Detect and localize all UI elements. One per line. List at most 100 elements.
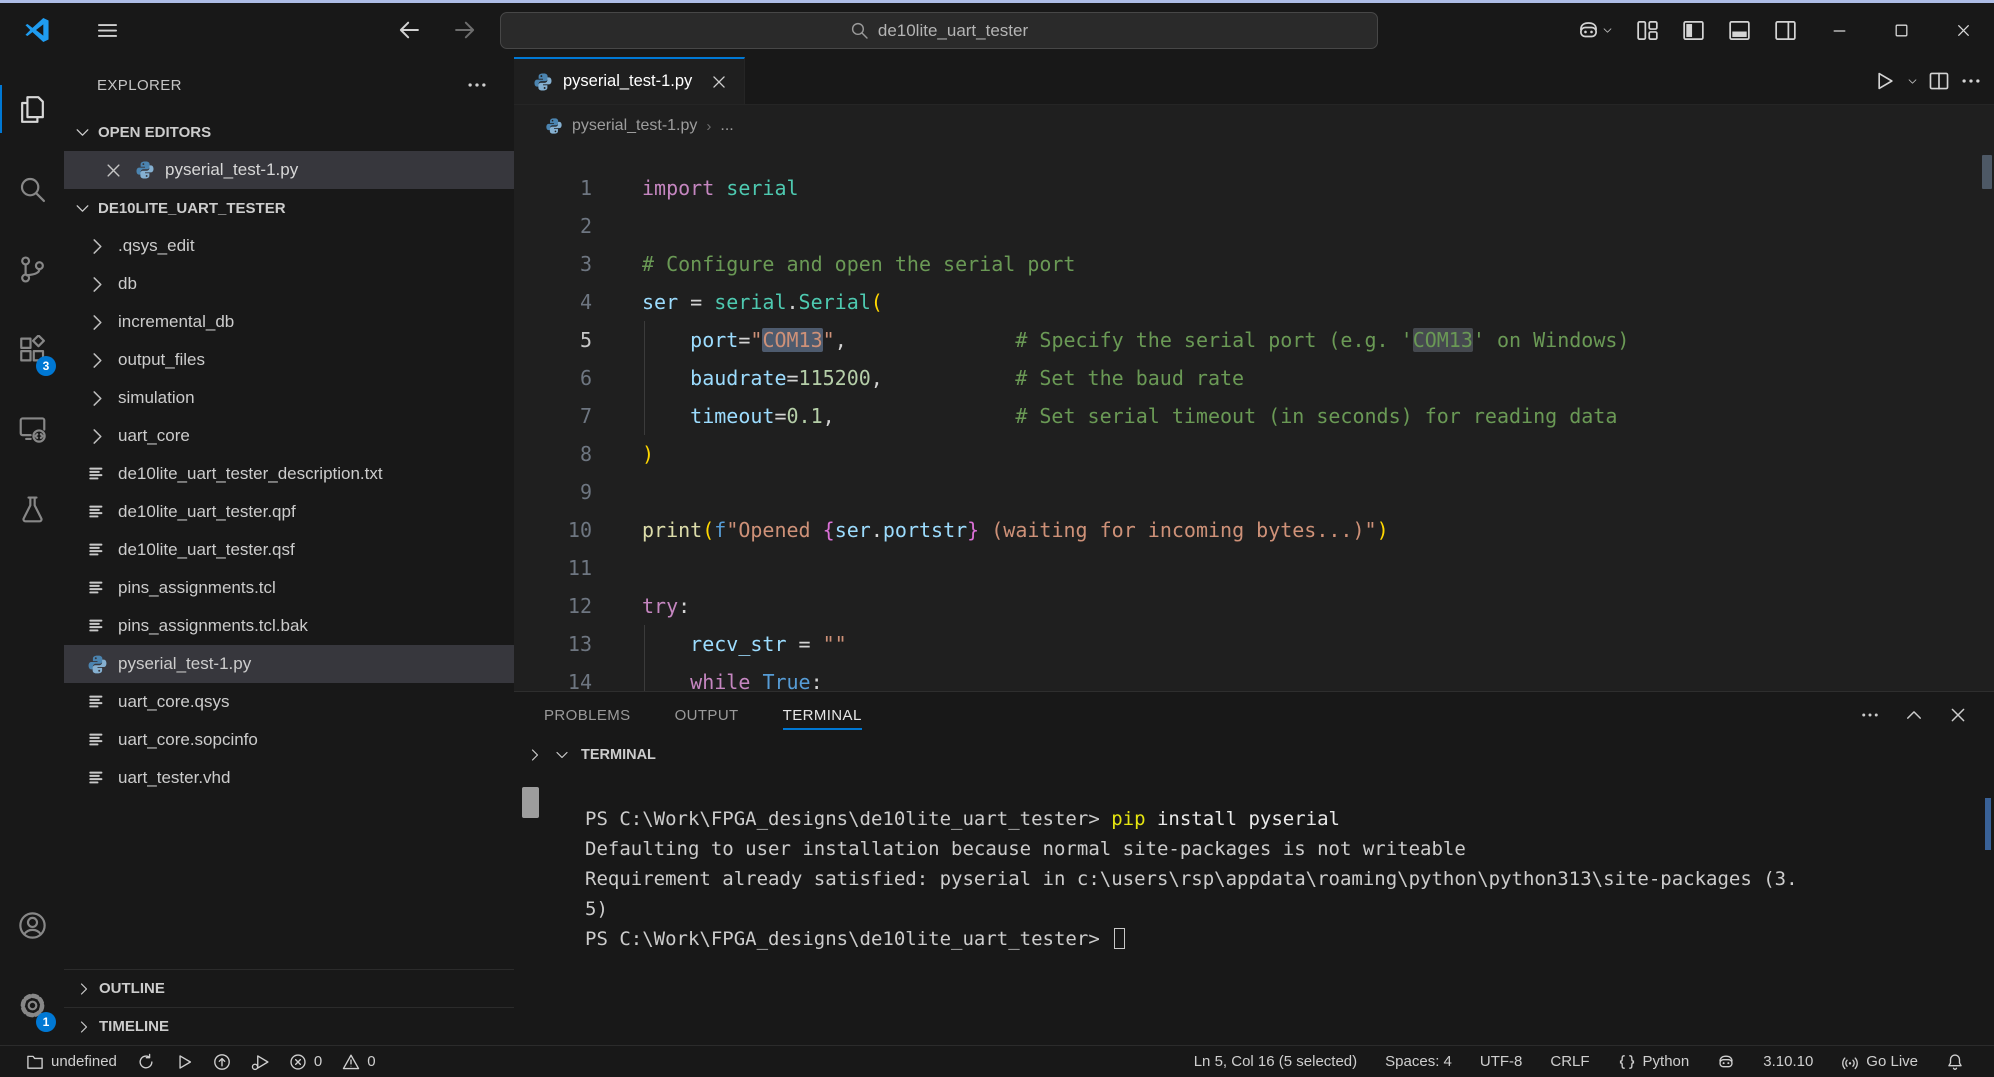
chevron-right-icon[interactable]	[527, 747, 543, 763]
code-line[interactable]: 11	[514, 549, 1980, 587]
more-actions-icon[interactable]	[466, 74, 488, 96]
code-line[interactable]: 4ser = serial.Serial(	[514, 283, 1980, 321]
back-icon[interactable]	[396, 17, 422, 43]
code-line[interactable]: 8)	[514, 435, 1980, 473]
vscode-window: de10lite_uart_tester 3 1 EXPLORER	[0, 0, 1994, 1077]
project-indicator[interactable]: undefined	[16, 1046, 127, 1077]
code-line[interactable]: 7 timeout=0.1, # Set serial timeout (in …	[514, 397, 1980, 435]
folder-item[interactable]: incremental_db	[64, 303, 514, 341]
activity-extensions[interactable]: 3	[0, 309, 64, 389]
notifications[interactable]	[1932, 1046, 1978, 1077]
open-editors-section[interactable]: OPEN EDITORS	[64, 113, 514, 151]
run-dropdown-icon[interactable]	[1907, 76, 1918, 87]
toggle-secondary-sidebar-button[interactable]	[1762, 3, 1808, 57]
upload-button[interactable]	[203, 1046, 241, 1077]
cursor-position[interactable]: Ln 5, Col 16 (5 selected)	[1180, 1046, 1371, 1077]
close-icon	[1955, 22, 1972, 39]
folder-item[interactable]: simulation	[64, 379, 514, 417]
split-editor-icon[interactable]	[1928, 70, 1950, 92]
file-item[interactable]: de10lite_uart_tester.qpf	[64, 493, 514, 531]
folder-item[interactable]: .qsys_edit	[64, 227, 514, 265]
project-section[interactable]: DE10LITE_UART_TESTER	[64, 189, 514, 227]
debug-button[interactable]	[241, 1046, 279, 1077]
go-live[interactable]: Go Live	[1827, 1046, 1932, 1077]
section-outline[interactable]: OUTLINE	[64, 969, 514, 1007]
code-line[interactable]: 13 recv_str = ""	[514, 625, 1980, 663]
code-line[interactable]: 14 while True:	[514, 663, 1980, 691]
breadcrumb-file[interactable]: pyserial_test-1.py	[572, 117, 697, 135]
activity-explorer[interactable]	[0, 69, 64, 149]
open-editor-item[interactable]: pyserial_test-1.py	[64, 151, 514, 189]
folder-item[interactable]: output_files	[64, 341, 514, 379]
minimize-button[interactable]	[1808, 3, 1870, 57]
toggle-primary-sidebar-button[interactable]	[1670, 3, 1716, 57]
code-area[interactable]: 1import serial23# Configure and open the…	[514, 147, 1980, 691]
section-timeline[interactable]: TIMELINE	[64, 1007, 514, 1045]
file-item[interactable]: uart_core.qsys	[64, 683, 514, 721]
file-item[interactable]: de10lite_uart_tester_description.txt	[64, 455, 514, 493]
close-button[interactable]	[1932, 3, 1994, 57]
command-center-search[interactable]: de10lite_uart_tester	[500, 12, 1378, 49]
warnings-indicator[interactable]: 0	[332, 1046, 385, 1077]
code-line[interactable]: 2	[514, 207, 1980, 245]
eol[interactable]: CRLF	[1536, 1046, 1603, 1077]
panel-tab-output[interactable]: OUTPUT	[675, 692, 739, 738]
activity-settings[interactable]: 1	[0, 965, 64, 1045]
panel-tab-problems[interactable]: PROBLEMS	[544, 692, 631, 738]
python-version[interactable]: 3.10.10	[1749, 1046, 1827, 1077]
terminal-scrollbar[interactable]	[1985, 798, 1991, 850]
terminal-output[interactable]: PS C:\Work\FPGA_designs\de10lite_uart_te…	[585, 772, 1974, 1045]
copilot-button[interactable]	[1566, 3, 1624, 57]
code-text	[642, 473, 1980, 511]
encoding[interactable]: UTF-8	[1466, 1046, 1537, 1077]
tab-pyserial-test-1[interactable]: pyserial_test-1.py	[514, 57, 745, 104]
code-line[interactable]: 3# Configure and open the serial port	[514, 245, 1980, 283]
chevron-right-icon	[76, 1019, 92, 1035]
code-line[interactable]: 6 baudrate=115200, # Set the baud rate	[514, 359, 1980, 397]
forward-icon[interactable]	[452, 17, 478, 43]
run-python-icon[interactable]	[1873, 70, 1895, 92]
customize-layout-button[interactable]	[1624, 3, 1670, 57]
activity-source-control[interactable]	[0, 229, 64, 309]
folder-item[interactable]: db	[64, 265, 514, 303]
terminal-header-label[interactable]: TERMINAL	[581, 747, 656, 763]
panel-more-actions-icon[interactable]	[1860, 705, 1880, 725]
breadcrumb[interactable]: pyserial_test-1.py › ...	[514, 105, 1994, 147]
toggle-panel-button[interactable]	[1716, 3, 1762, 57]
maximize-button[interactable]	[1870, 3, 1932, 57]
restart-button[interactable]	[127, 1046, 165, 1077]
maximize-panel-icon[interactable]	[1904, 705, 1924, 725]
indentation[interactable]: Spaces: 4	[1371, 1046, 1466, 1077]
errors-indicator[interactable]: 0	[279, 1046, 332, 1077]
close-panel-icon[interactable]	[1948, 705, 1968, 725]
code-line[interactable]: 9	[514, 473, 1980, 511]
code-line[interactable]: 12try:	[514, 587, 1980, 625]
chevron-down-icon[interactable]	[554, 747, 570, 763]
menu-icon[interactable]	[95, 18, 120, 43]
code-line[interactable]: 10print(f"Opened {ser.portstr} (waiting …	[514, 511, 1980, 549]
panel-tab-terminal[interactable]: TERMINAL	[783, 692, 862, 738]
editor-more-actions-icon[interactable]	[1960, 70, 1982, 92]
file-item[interactable]: pins_assignments.tcl.bak	[64, 607, 514, 645]
braces-icon	[1618, 1053, 1636, 1071]
activity-accounts[interactable]	[0, 885, 64, 965]
file-item[interactable]: pins_assignments.tcl	[64, 569, 514, 607]
folder-item[interactable]: uart_core	[64, 417, 514, 455]
file-item[interactable]: uart_core.sopcinfo	[64, 721, 514, 759]
run-button[interactable]	[165, 1046, 203, 1077]
language-mode[interactable]: Python	[1604, 1046, 1704, 1077]
code-line[interactable]: 5 port="COM13", # Specify the serial por…	[514, 321, 1980, 359]
file-item[interactable]: de10lite_uart_tester.qsf	[64, 531, 514, 569]
copilot-status[interactable]	[1703, 1046, 1749, 1077]
file-item[interactable]: pyserial_test-1.py	[64, 645, 514, 683]
file-item[interactable]: uart_tester.vhd	[64, 759, 514, 797]
line-number: 6	[514, 359, 642, 397]
line-number: 3	[514, 245, 642, 283]
activity-testing[interactable]	[0, 469, 64, 549]
remote-explorer-icon	[18, 415, 47, 444]
breadcrumb-tail[interactable]: ...	[720, 117, 733, 135]
activity-search[interactable]	[0, 149, 64, 229]
close-tab-icon[interactable]	[710, 73, 728, 91]
code-line[interactable]: 1import serial	[514, 169, 1980, 207]
activity-remote-explorer[interactable]	[0, 389, 64, 469]
